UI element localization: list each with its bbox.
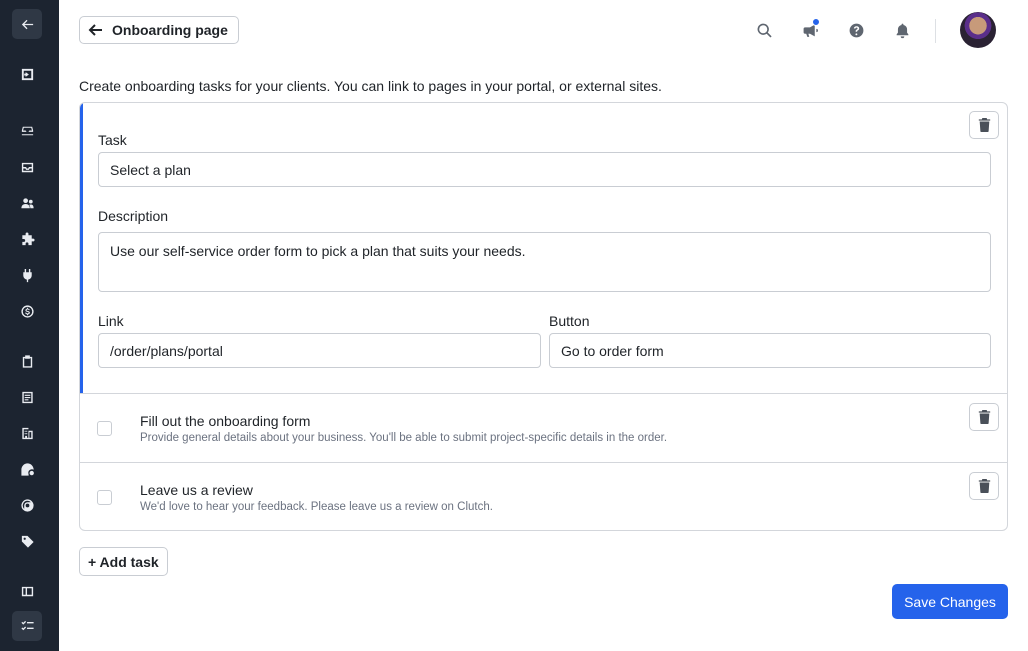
save-changes-button[interactable]: Save Changes (892, 584, 1008, 619)
search-icon (757, 23, 772, 38)
notifications-button[interactable] (892, 20, 912, 40)
help-button[interactable] (846, 20, 866, 40)
dollar-circle-icon (20, 304, 34, 318)
sidebar-item-billing[interactable] (12, 296, 42, 326)
sidebar-item-panel[interactable] (12, 576, 42, 606)
switch-view-button[interactable] (12, 59, 42, 89)
delete-task-button[interactable] (969, 403, 999, 431)
task-checkbox[interactable] (97, 421, 112, 436)
trash-icon (978, 410, 990, 424)
task-title: Leave us a review (140, 482, 253, 498)
arrow-left-icon (21, 19, 33, 29)
list-box-icon (21, 391, 33, 403)
task-title: Fill out the onboarding form (140, 413, 311, 429)
button-text-input[interactable]: Go to order form (549, 333, 991, 368)
arrow-left-icon (88, 24, 102, 36)
bell-icon (896, 23, 908, 38)
sidebar-item-tickets[interactable] (12, 152, 42, 182)
intro-text: Create onboarding tasks for your clients… (79, 78, 662, 94)
task-checkbox[interactable] (97, 490, 112, 505)
task-description: Provide general details about your busin… (140, 432, 668, 444)
clipboard-icon (22, 354, 32, 368)
puzzle-icon (21, 231, 35, 245)
checklist-icon (20, 620, 34, 630)
sidebar-item-messages[interactable] (12, 454, 42, 484)
onboarding-tasks-card: Task Select a plan Description Use our s… (79, 102, 1008, 531)
sidebar-item-tasks[interactable] (12, 611, 42, 641)
sidebar-panel-icon (21, 586, 33, 596)
lifebuoy-icon (20, 498, 34, 512)
delete-task-button[interactable] (969, 472, 999, 500)
trash-icon (978, 479, 990, 493)
sidebar-item-tags[interactable] (12, 526, 42, 556)
plug-icon (22, 268, 32, 282)
task-input[interactable]: Select a plan (98, 152, 991, 187)
sidebar-item-support[interactable] (12, 490, 42, 520)
inbox-tray-icon (21, 126, 33, 135)
task-description: We'd love to hear your feedback. Please … (140, 501, 493, 513)
sidebar-item-services[interactable] (12, 224, 42, 254)
delete-task-button[interactable] (969, 111, 999, 139)
link-input[interactable]: /order/plans/portal (98, 333, 541, 368)
sidebar-item-integrations[interactable] (12, 260, 42, 290)
collapse-sidebar-button[interactable] (12, 9, 42, 39)
inbox-icon (21, 162, 33, 172)
top-bar: Onboarding page (59, 0, 1028, 62)
tag-icon (21, 535, 34, 548)
sidebar (0, 0, 59, 651)
description-textarea[interactable]: Use our self-service order form to pick … (98, 232, 991, 292)
user-avatar[interactable] (960, 12, 996, 48)
announcements-button[interactable] (800, 18, 820, 40)
sidebar-item-clipboard[interactable] (12, 346, 42, 376)
trash-icon (978, 118, 990, 132)
task-editor: Task Select a plan Description Use our s… (80, 103, 1007, 393)
button-field-label: Button (549, 313, 590, 329)
header-divider (935, 19, 936, 43)
building-icon (21, 427, 33, 439)
notification-dot (812, 18, 820, 26)
task-field-label: Task (98, 132, 127, 148)
description-field-label: Description (98, 208, 169, 224)
search-button[interactable] (754, 20, 774, 40)
task-row[interactable]: Fill out the onboarding form Provide gen… (80, 393, 1007, 462)
back-button[interactable]: Onboarding page (79, 16, 239, 44)
add-task-button[interactable]: + Add task (79, 547, 168, 576)
sidebar-item-company[interactable] (12, 418, 42, 448)
sign-in-icon (21, 68, 33, 80)
chat-search-icon (20, 462, 34, 476)
back-button-label: Onboarding page (112, 22, 228, 38)
link-field-label: Link (98, 313, 124, 329)
sidebar-item-clients[interactable] (12, 188, 42, 218)
help-circle-icon (849, 23, 863, 37)
task-row[interactable]: Leave us a review We'd love to hear your… (80, 462, 1007, 530)
sidebar-item-forms[interactable] (12, 382, 42, 412)
users-icon (20, 197, 34, 208)
sidebar-item-orders[interactable] (12, 115, 42, 145)
